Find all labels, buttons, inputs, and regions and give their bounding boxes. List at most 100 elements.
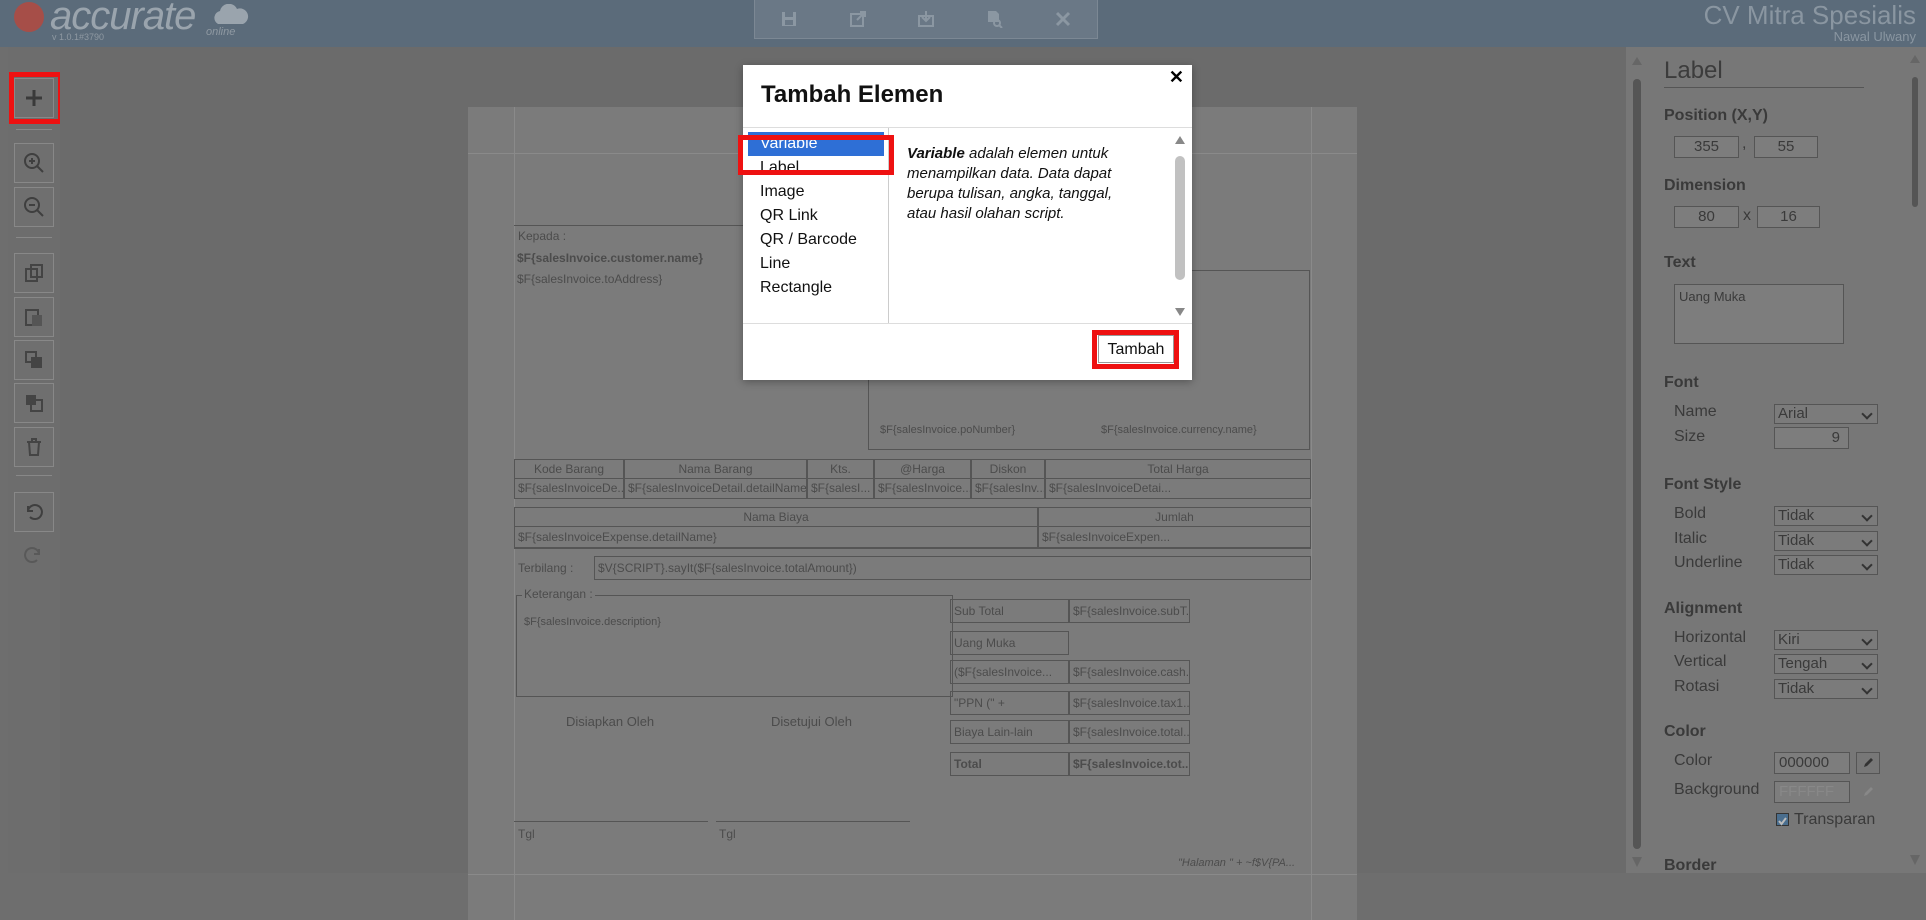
item-table-header[interactable]: Nama Barang — [624, 459, 807, 479]
redo-button[interactable] — [14, 536, 52, 574]
keterangan-box[interactable] — [516, 595, 953, 697]
zoom-in-icon — [24, 153, 44, 173]
zoom-out-button[interactable] — [14, 187, 54, 227]
color-input[interactable]: 000000 — [1774, 752, 1850, 774]
element-type-rectangle[interactable]: Rectangle — [748, 276, 884, 300]
italic-select[interactable]: Tidak — [1774, 531, 1878, 551]
font-size-input[interactable]: 9 — [1774, 427, 1849, 449]
trash-icon — [27, 438, 41, 456]
totals-label[interactable]: Sub Total — [950, 599, 1069, 623]
item-table-cell[interactable]: $F{salesInvoiceDetai... — [1045, 478, 1311, 499]
dimension-height-input[interactable]: 16 — [1757, 206, 1820, 228]
totals-value[interactable]: $F{salesInvoice.subT... — [1069, 599, 1190, 623]
totals-label[interactable]: Uang Muka — [950, 631, 1069, 655]
color-picker-button[interactable] — [1856, 752, 1880, 774]
totals-label[interactable]: Biaya Lain-lain — [950, 720, 1069, 744]
delete-button[interactable] — [14, 427, 54, 467]
export-icon[interactable] — [845, 6, 871, 32]
undo-icon — [27, 504, 43, 520]
horizontal-select[interactable]: Kiri — [1774, 630, 1878, 650]
element-type-qr-link[interactable]: QR Link — [748, 204, 884, 228]
expense-table-cell[interactable]: $F{salesInvoiceExpense.detailName} — [514, 526, 1038, 548]
position-x-input[interactable]: 355 — [1674, 136, 1739, 158]
undo-button[interactable] — [14, 492, 54, 532]
background-input[interactable]: FFFFFF — [1774, 781, 1850, 803]
customer-name-var[interactable]: $F{salesInvoice.customer.name} — [517, 251, 703, 265]
totals-value[interactable]: $F{salesInvoice.total... — [1069, 720, 1190, 744]
transparan-checkbox[interactable] — [1776, 813, 1789, 826]
import-icon[interactable] — [913, 6, 939, 32]
expense-table-cell[interactable]: $F{salesInvoiceExpen... — [1038, 526, 1311, 548]
totals-value[interactable]: $F{salesInvoice.cash... — [1069, 660, 1190, 684]
highlight-tambah — [1092, 330, 1179, 369]
item-table-header[interactable]: Diskon — [971, 459, 1045, 479]
company-info: CV Mitra Spesialis Nawal Ulwany — [1704, 0, 1916, 44]
transparan-label: Transparan — [1794, 811, 1876, 828]
item-table-header[interactable]: Kts. — [807, 459, 874, 479]
copy-button[interactable] — [14, 253, 54, 293]
item-table-cell[interactable]: $F{salesI... — [807, 478, 874, 499]
terbilang-var[interactable]: $V{SCRIPT}.sayIt($F{salesInvoice.totalAm… — [598, 561, 857, 575]
zoom-out-icon — [24, 197, 44, 217]
expense-table-header[interactable]: Nama Biaya — [514, 507, 1038, 527]
item-table-cell[interactable]: $F{salesInvoice... — [874, 478, 971, 499]
kepada-label: Kepada : — [518, 229, 567, 243]
tgl-label-2: Tgl — [719, 827, 736, 841]
properties-panel: Label Position (X,Y) 355 , 55 Dimension … — [1626, 47, 1926, 874]
element-type-line[interactable]: Line — [748, 252, 884, 276]
dialog-close-button[interactable]: ✕ — [1169, 67, 1184, 88]
item-table-header[interactable]: @Harga — [874, 459, 971, 479]
item-table-header[interactable]: Total Harga — [1045, 459, 1311, 479]
zoom-in-button[interactable] — [14, 143, 54, 183]
currency-var[interactable]: $F{salesInvoice.currency.name} — [1101, 424, 1257, 436]
description-var[interactable]: $F{salesInvoice.description} — [524, 616, 661, 628]
logo-version: v 1.0.1#3790 — [52, 32, 105, 42]
vertical-select[interactable]: Tengah — [1774, 654, 1878, 674]
bring-front-button[interactable] — [14, 340, 54, 380]
position-y-input[interactable]: 55 — [1754, 136, 1818, 158]
item-table-header[interactable]: Kode Barang — [514, 459, 624, 479]
to-address-var[interactable]: $F{salesInvoice.toAddress} — [517, 272, 662, 286]
footer-page-var[interactable]: "Halaman " + ~f$V{PA... — [1178, 857, 1295, 869]
element-description: Variable adalah elemen untuk menampilkan… — [907, 144, 1142, 224]
cloud-icon — [214, 4, 249, 24]
user-name: Nawal Ulwany — [1833, 29, 1916, 44]
po-number-var[interactable]: $F{salesInvoice.poNumber} — [880, 424, 1015, 436]
company-name: CV Mitra Spesialis — [1703, 0, 1916, 30]
underline-select[interactable]: Tidak — [1774, 555, 1878, 575]
dimension-width-input[interactable]: 80 — [1674, 206, 1739, 228]
close-icon[interactable] — [1050, 6, 1076, 32]
panel-scrollbar[interactable] — [1632, 57, 1642, 867]
text-label: Text — [1664, 254, 1696, 271]
bold-label: Bold — [1674, 505, 1707, 522]
panel-scrollbar-right[interactable] — [1910, 55, 1920, 865]
disiapkan-label: Disiapkan Oleh — [566, 714, 655, 729]
toolbar-divider — [16, 475, 52, 476]
save-icon[interactable] — [776, 6, 802, 32]
keterangan-label: Keterangan : — [522, 587, 595, 601]
element-type-image[interactable]: Image — [748, 180, 884, 204]
underline-label: Underline — [1674, 554, 1743, 571]
totals-label[interactable]: "PPN (" + — [950, 691, 1069, 715]
totals-label[interactable]: Total — [950, 752, 1069, 776]
totals-value[interactable]: $F{salesInvoice.tax1... — [1069, 691, 1190, 715]
element-type-qr-barcode[interactable]: QR / Barcode — [748, 228, 884, 252]
preview-icon[interactable] — [981, 6, 1007, 32]
totals-label[interactable]: ($F{salesInvoice... — [950, 660, 1069, 684]
item-table-cell[interactable]: $F{salesInv... — [971, 478, 1045, 499]
font-name-select[interactable]: Arial — [1774, 404, 1878, 424]
description-scrollbar[interactable] — [1173, 132, 1187, 320]
text-input[interactable]: Uang Muka — [1674, 284, 1844, 344]
item-table-cell[interactable]: $F{salesInvoiceDetail.detailName} — [624, 478, 807, 499]
rotasi-label: Rotasi — [1674, 678, 1720, 695]
rotasi-select[interactable]: Tidak — [1774, 679, 1878, 699]
send-back-button[interactable] — [14, 383, 54, 423]
margin-guide — [468, 874, 1357, 875]
bold-select[interactable]: Tidak — [1774, 506, 1878, 526]
item-table-cell[interactable]: $F{salesInvoiceDe... — [514, 478, 624, 499]
expense-table-header[interactable]: Jumlah — [1038, 507, 1311, 527]
paste-button[interactable] — [14, 297, 54, 337]
totals-value[interactable]: $F{salesInvoice.tot... — [1069, 752, 1190, 776]
background-picker-button[interactable] — [1856, 781, 1880, 803]
italic-label: Italic — [1674, 530, 1707, 547]
